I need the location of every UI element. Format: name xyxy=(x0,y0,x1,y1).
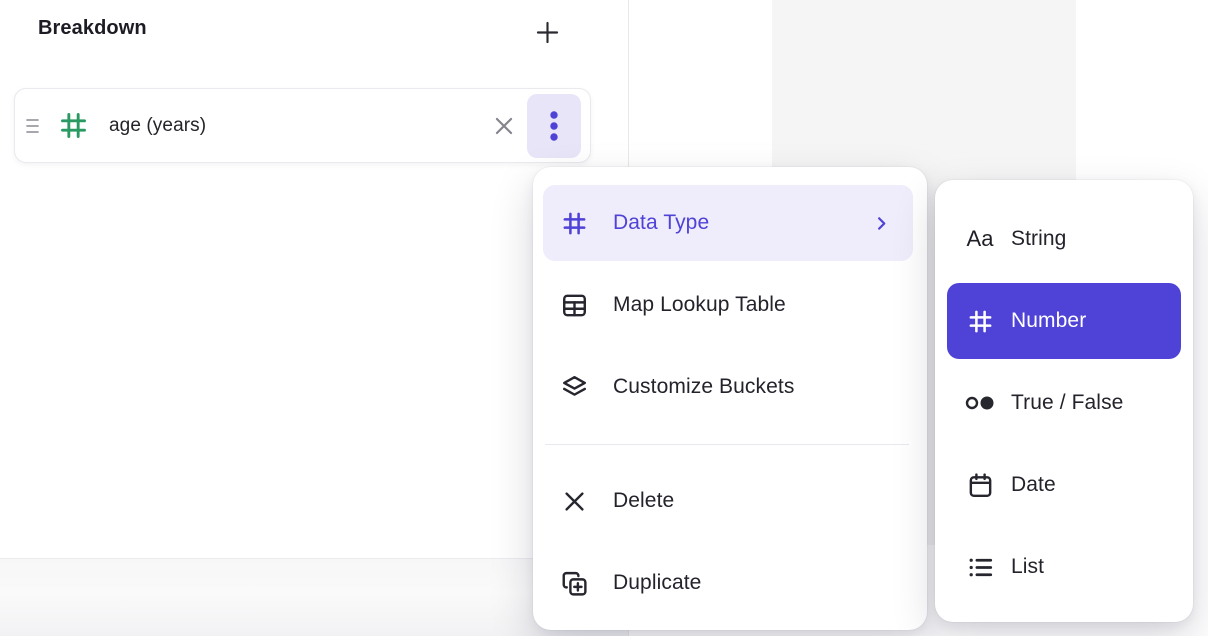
drag-handle-icon[interactable] xyxy=(25,115,43,137)
menu-item-label: Customize Buckets xyxy=(613,375,794,399)
hash-icon xyxy=(963,307,997,336)
menu-item-label: Delete xyxy=(613,489,674,513)
submenu-item-list[interactable]: List xyxy=(947,529,1181,605)
menu-divider xyxy=(545,444,909,445)
stack-icon xyxy=(560,373,589,402)
remove-field-button[interactable] xyxy=(485,107,523,145)
menu-item-data-type[interactable]: Data Type xyxy=(543,185,913,261)
calendar-icon xyxy=(963,471,997,500)
field-name: age (years) xyxy=(109,115,485,137)
menu-item-duplicate[interactable]: Duplicate xyxy=(543,545,913,621)
field-menu-button[interactable] xyxy=(527,94,581,158)
data-type-submenu: Aa String Number True / False Date Lis xyxy=(935,180,1193,622)
submenu-item-true-false[interactable]: True / False xyxy=(947,365,1181,441)
kebab-icon xyxy=(549,109,559,143)
number-hash-icon xyxy=(57,109,90,142)
aa-icon: Aa xyxy=(963,225,997,254)
menu-item-label: Duplicate xyxy=(613,571,701,595)
field-context-menu: Data Type Map Lookup Table Customize Buc… xyxy=(533,167,927,630)
hash-icon xyxy=(560,209,589,238)
submenu-item-label: Number xyxy=(1011,309,1086,333)
app-screen: Breakdown age (years) xyxy=(0,0,1208,636)
breakdown-field-card[interactable]: age (years) xyxy=(14,88,591,163)
duplicate-icon xyxy=(560,569,589,598)
submenu-item-number[interactable]: Number xyxy=(947,283,1181,359)
chevron-right-icon xyxy=(872,214,891,233)
menu-item-label: Map Lookup Table xyxy=(613,293,786,317)
submenu-item-label: True / False xyxy=(1011,391,1123,415)
boolean-circles-icon xyxy=(963,389,997,418)
list-icon xyxy=(963,553,997,582)
plus-icon xyxy=(534,19,561,46)
breakdown-title: Breakdown xyxy=(38,17,147,40)
submenu-item-label: List xyxy=(1011,555,1044,579)
submenu-item-date[interactable]: Date xyxy=(947,447,1181,523)
menu-item-map-lookup-table[interactable]: Map Lookup Table xyxy=(543,267,913,343)
x-icon xyxy=(560,487,589,516)
submenu-item-label: Date xyxy=(1011,473,1056,497)
close-icon xyxy=(491,113,517,139)
menu-item-delete[interactable]: Delete xyxy=(543,463,913,539)
menu-item-customize-buckets[interactable]: Customize Buckets xyxy=(543,349,913,425)
menu-item-label: Data Type xyxy=(613,211,709,235)
table-icon xyxy=(560,291,589,320)
add-breakdown-button[interactable] xyxy=(532,17,562,47)
submenu-item-string[interactable]: Aa String xyxy=(947,201,1181,277)
submenu-item-label: String xyxy=(1011,227,1066,251)
